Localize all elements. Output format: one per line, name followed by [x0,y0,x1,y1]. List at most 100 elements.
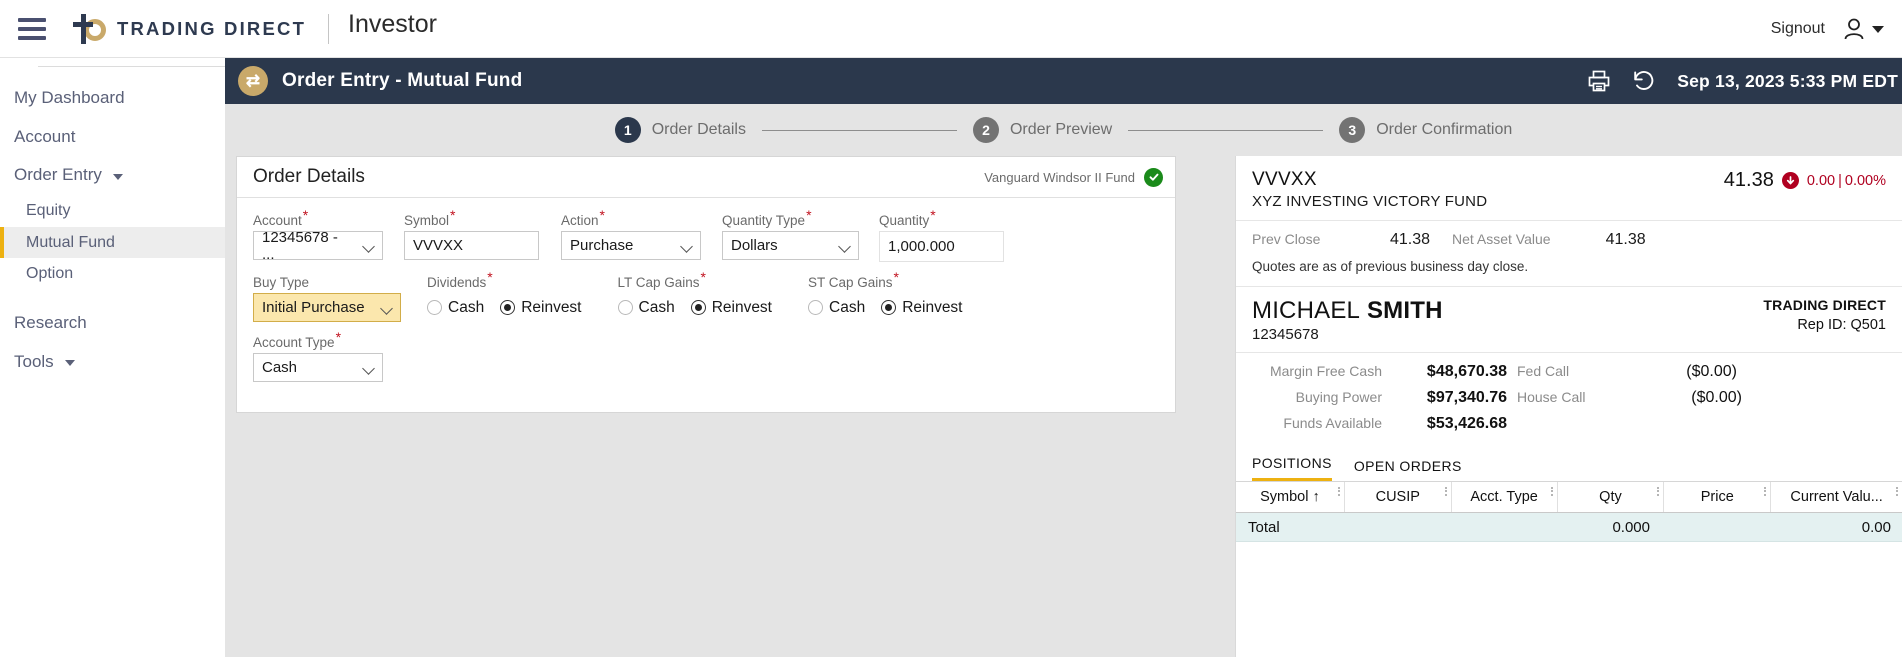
order-details-form: Account* 12345678 - ... Symbol* VVVXX Ac… [237,198,1175,412]
step-label: Order Preview [1009,121,1113,138]
quantity-input[interactable]: 1,000.000 [879,231,1004,262]
tab-positions[interactable]: POSITIONS [1252,455,1332,481]
rep-id: Rep ID: Q501 [1797,317,1886,333]
step-order-confirmation[interactable]: 3 Order Confirmation [1339,117,1512,143]
column-header-acct-type[interactable]: Acct. Type [1450,482,1557,512]
dividends-option-cash[interactable]: Cash [427,299,484,317]
user-menu-button[interactable] [1843,17,1884,41]
down-arrow-circle-icon [1781,172,1799,189]
column-resize-handle[interactable] [1444,487,1447,496]
page-header-actions: Sep 13, 2023 5:33 PM EDT [1587,58,1898,104]
lt-cap-gains-option-cash[interactable]: Cash [617,299,675,317]
sidebar-item-tools[interactable]: Tools [0,343,225,382]
chevron-down-icon [112,174,123,181]
total-label: Total [1248,518,1280,536]
st-cap-gains-option-cash[interactable]: Cash [808,299,865,317]
server-timestamp: Sep 13, 2023 5:33 PM EDT [1677,70,1898,91]
action-field: Action* Purchase [561,208,701,260]
st-cap-gains-option-reinvest[interactable]: Reinvest [881,299,963,317]
exchange-arrows-icon: ⇄ [238,66,268,96]
column-resize-handle[interactable] [1896,487,1899,496]
sidebar-item-label: Option [26,265,74,283]
radio-selected-icon [881,300,897,315]
total-value: 0.00 [1861,518,1891,536]
radio-unselected-icon [617,300,633,315]
history-refresh-icon [1634,71,1654,90]
quantity-field: Quantity* 1,000.000 [879,206,1004,262]
radio-selected-icon [690,300,706,315]
symbol-input[interactable]: VVVXX [404,231,539,260]
house-call-label: House Call [1517,389,1586,405]
action-select[interactable]: Purchase [561,231,701,260]
column-resize-handle[interactable] [1657,487,1660,496]
refresh-button[interactable] [1631,69,1657,93]
buy-type-label: Buy Type [253,275,310,290]
column-resize-handle[interactable] [1764,487,1767,496]
prev-close-value: 41.38 [1389,231,1430,248]
sidebar-item-my-dashboard[interactable]: My Dashboard [0,79,225,118]
sidebar-item-research[interactable]: Research [0,304,225,343]
sidebar-item-label: Order Entry [14,165,102,185]
dividends-field: Dividends* Cash Reinvest [427,268,592,322]
column-header-qty[interactable]: Qty [1556,482,1664,512]
brand-logo[interactable]: TRADING DIRECT [72,13,306,44]
quantity-type-label: Quantity Type* [722,206,812,229]
app-title: Investor [348,10,437,38]
buy-type-select[interactable]: Initial Purchase [253,293,401,322]
column-header-cusip[interactable]: CUSIP [1343,482,1451,512]
dividends-option-reinvest[interactable]: Reinvest [500,299,582,317]
dividends-radio-group: Cash Reinvest [427,293,592,322]
sidebar-item-label: Mutual Fund [26,233,115,251]
sidebar-item-label: Equity [26,202,71,220]
header-divider [328,13,330,44]
funds-available-value: $53,426.68 [1426,415,1507,432]
signout-link[interactable]: Signout [1771,20,1825,38]
order-progress-stepper: 1 Order Details 2 Order Preview 3 Order … [225,104,1902,156]
sidebar-item-option[interactable]: Option [0,258,225,290]
quote-metrics-row: Prev Close 41.38 Net Asset Value 41.38 [1236,221,1902,255]
column-resize-handle[interactable] [1550,487,1553,496]
column-header-current-value[interactable]: Current Valu... [1770,482,1902,512]
account-summary-panel: VVVXX XYZ INVESTING VICTORY FUND 41.38 0… [1235,156,1902,657]
balances-grid: Margin Free Cash $48,670.38 Fed Call ($0… [1236,353,1902,449]
lt-cap-gains-field: LT Cap Gains* Cash Reinvest [617,270,783,322]
lt-cap-gains-option-reinvest[interactable]: Reinvest [690,299,772,317]
required-asterisk: * [930,206,936,223]
step-order-preview[interactable]: 2 Order Preview [972,117,1113,143]
step-order-details[interactable]: 1 Order Details [614,117,746,143]
balance-row: Margin Free Cash $48,670.38 Fed Call ($0… [1252,363,1886,389]
sidebar-item-equity[interactable]: Equity [0,195,225,227]
quantity-label: Quantity* [879,206,936,229]
account-type-select[interactable]: Cash [253,353,383,382]
st-cap-gains-label: ST Cap Gains* [808,268,899,291]
step-label: Order Details [651,121,746,138]
quantity-type-select[interactable]: Dollars [722,231,859,260]
sidebar-item-mutual-fund[interactable]: Mutual Fund [0,226,225,259]
required-asterisk: * [599,206,605,223]
column-resize-handle[interactable] [1337,487,1340,496]
account-select[interactable]: 12345678 - ... [253,229,383,263]
sidebar-item-label: Research [14,312,87,332]
column-header-price[interactable]: Price [1663,482,1770,512]
positions-total-row: Total 0.000 0.00 [1236,513,1902,542]
investor-app-window: TRADING DIRECT Investor Signout My Dashb… [0,0,1902,657]
funds-available-label: Funds Available [1283,415,1382,431]
column-header-symbol[interactable]: Symbol ↑ [1236,482,1344,512]
firm-info: TRADING DIRECT Rep ID: Q501 [1763,297,1886,333]
tab-open-orders[interactable]: OPEN ORDERS [1354,458,1462,481]
quote-price-block: 41.38 0.00 | 0.00% [1724,169,1886,192]
order-details-card-header: Order Details Vanguard Windsor II Fund [237,157,1175,198]
quote-last-price: 41.38 [1723,169,1774,191]
sidebar-item-order-entry[interactable]: Order Entry [0,156,225,195]
print-button[interactable] [1587,69,1611,93]
hamburger-menu-icon[interactable] [12,9,52,49]
page-title: Order Entry - Mutual Fund [282,70,523,91]
required-asterisk: * [335,328,342,345]
dividends-label: Dividends* [427,268,493,291]
green-check-icon [1144,167,1163,187]
sidebar-item-account[interactable]: Account [0,118,225,157]
quote-change: 0.00 | 0.00% [1806,172,1886,189]
balance-row: Funds Available $53,426.68 [1252,415,1886,441]
radio-selected-icon [500,300,516,315]
